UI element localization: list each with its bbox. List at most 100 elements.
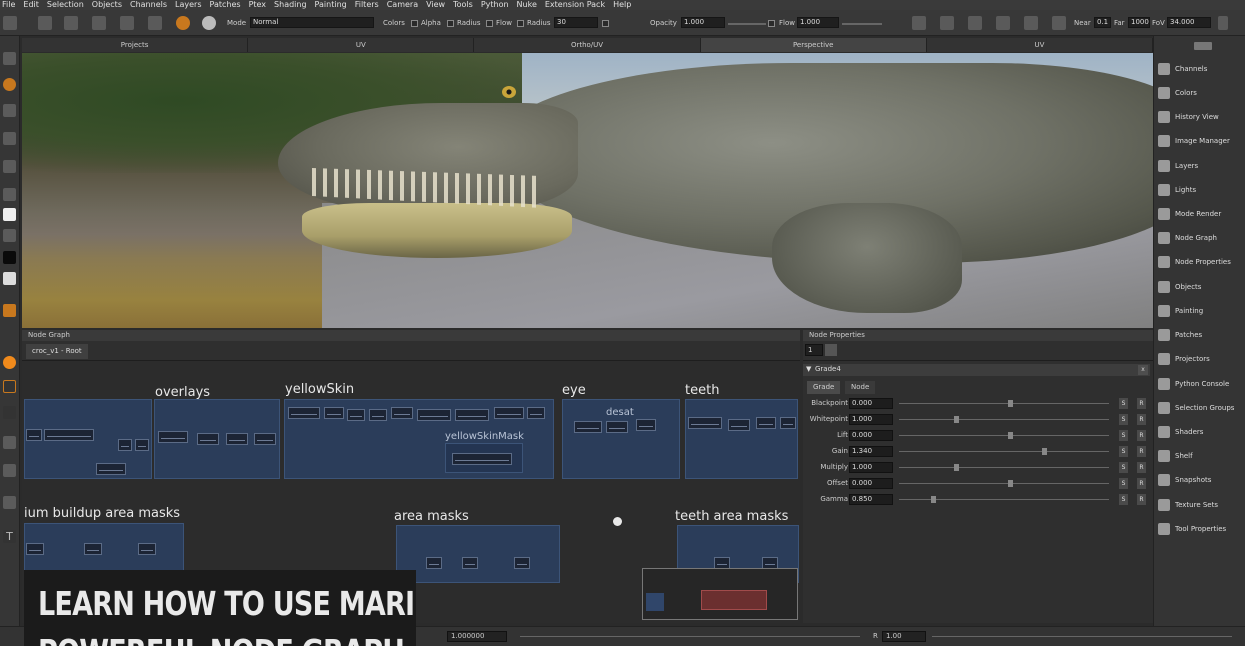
menu-ptex[interactable]: Ptex xyxy=(249,0,266,10)
radius-lock-checkbox[interactable] xyxy=(602,20,609,27)
graph-node[interactable] xyxy=(636,419,656,431)
menu-channels[interactable]: Channels xyxy=(130,0,167,10)
black-swatch-icon[interactable] xyxy=(3,251,16,264)
frame-slider[interactable] xyxy=(520,636,860,637)
graph-node[interactable] xyxy=(138,543,156,555)
param-s-button[interactable]: S xyxy=(1119,398,1128,409)
graph-node[interactable] xyxy=(494,407,524,419)
flow-checkbox[interactable] xyxy=(486,20,493,27)
graph-node[interactable] xyxy=(118,439,132,451)
backdrop-buildup-masks[interactable] xyxy=(24,523,184,571)
menu-python[interactable]: Python xyxy=(481,0,509,10)
param-r-button[interactable]: R xyxy=(1137,414,1146,425)
select-tool-icon[interactable] xyxy=(3,52,16,65)
graph-node[interactable] xyxy=(455,409,489,421)
param-slider-handle[interactable] xyxy=(1008,480,1013,487)
palette-history-view[interactable]: History View xyxy=(1154,106,1245,128)
palette-python-console[interactable]: Python Console xyxy=(1154,373,1245,395)
flow-slider[interactable] xyxy=(842,23,882,25)
tab-perspective[interactable]: Perspective xyxy=(700,38,927,52)
param-slider-handle[interactable] xyxy=(954,464,959,471)
opacity-slider[interactable] xyxy=(728,23,766,25)
palette-node-properties[interactable]: Node Properties xyxy=(1154,251,1245,273)
param-r-button[interactable]: R xyxy=(1137,478,1146,489)
param-slider-handle[interactable] xyxy=(954,416,959,423)
camera-view-icon[interactable] xyxy=(912,16,926,30)
param-value-field[interactable]: 1.000 xyxy=(849,462,893,473)
param-s-button[interactable]: S xyxy=(1119,494,1128,505)
graph-node[interactable] xyxy=(288,407,320,419)
palette-shelf[interactable]: Shelf xyxy=(1154,445,1245,467)
graph-node[interactable] xyxy=(84,543,102,555)
frame-tool-icon[interactable] xyxy=(3,464,16,477)
undo-icon[interactable] xyxy=(92,16,106,30)
alpha-checkbox[interactable] xyxy=(411,20,418,27)
param-r-button[interactable]: R xyxy=(1137,398,1146,409)
graph-node[interactable] xyxy=(452,453,512,465)
stamp-tool-icon[interactable] xyxy=(3,436,16,449)
menu-tools[interactable]: Tools xyxy=(453,0,473,10)
graph-node[interactable] xyxy=(514,557,530,569)
lock-icon[interactable] xyxy=(148,16,162,30)
param-value-field[interactable]: 0.000 xyxy=(849,398,893,409)
graph-node[interactable] xyxy=(574,421,602,433)
flow-field[interactable]: 1.000 xyxy=(797,17,839,28)
graph-node[interactable] xyxy=(347,409,365,421)
palette-mode-render[interactable]: Mode Render xyxy=(1154,203,1245,225)
grid-icon[interactable] xyxy=(968,16,982,30)
param-slider[interactable] xyxy=(899,419,1109,420)
flow-lock-checkbox[interactable] xyxy=(768,20,775,27)
tab-uv[interactable]: UV xyxy=(248,38,475,52)
param-value-field[interactable]: 0.850 xyxy=(849,494,893,505)
menu-edit[interactable]: Edit xyxy=(23,0,39,10)
cube-icon[interactable] xyxy=(996,16,1010,30)
menu-nuke[interactable]: Nuke xyxy=(517,0,537,10)
param-slider-handle[interactable] xyxy=(1042,448,1047,455)
redo-icon[interactable] xyxy=(120,16,134,30)
menu-selection[interactable]: Selection xyxy=(47,0,84,10)
menu-help[interactable]: Help xyxy=(613,0,631,10)
zoom-field[interactable]: 1.00 xyxy=(882,631,926,642)
palette-lights[interactable]: Lights xyxy=(1154,179,1245,201)
paint-tool-icon[interactable] xyxy=(3,16,17,30)
param-slider-handle[interactable] xyxy=(1008,432,1013,439)
param-slider[interactable] xyxy=(899,483,1109,484)
undo-history-icon[interactable] xyxy=(8,630,21,643)
graph-node[interactable] xyxy=(158,431,188,443)
param-value-field[interactable]: 1.000 xyxy=(849,414,893,425)
zoom-slider[interactable] xyxy=(932,636,1232,637)
graph-node[interactable] xyxy=(527,407,545,419)
tab-ortho-uv[interactable]: Ortho/UV xyxy=(474,38,701,52)
palette-shaders[interactable]: Shaders xyxy=(1154,421,1245,443)
far-field[interactable]: 1000 xyxy=(1128,17,1150,28)
graph-node[interactable] xyxy=(606,421,628,433)
menu-painting[interactable]: Painting xyxy=(315,0,347,10)
transform-tool-icon[interactable] xyxy=(3,380,16,393)
graph-node[interactable] xyxy=(462,557,478,569)
fov-field[interactable]: 34.000 xyxy=(1167,17,1211,28)
text-tool-icon[interactable]: T xyxy=(3,530,16,543)
play-icon[interactable] xyxy=(1024,16,1038,30)
near-field[interactable]: 0.1 xyxy=(1094,17,1111,28)
param-r-button[interactable]: R xyxy=(1137,430,1146,441)
param-s-button[interactable]: S xyxy=(1119,446,1128,457)
save-icon[interactable] xyxy=(38,16,52,30)
palette-objects[interactable]: Objects xyxy=(1154,276,1245,298)
radius-checkbox[interactable] xyxy=(447,20,454,27)
graph-node[interactable] xyxy=(780,417,796,429)
menu-extension-pack[interactable]: Extension Pack xyxy=(545,0,605,10)
tab-uv-2[interactable]: UV xyxy=(927,38,1154,52)
tab-croc-root[interactable]: croc_v1 - Root xyxy=(26,344,88,359)
graph-node[interactable] xyxy=(254,433,276,445)
panel-controls-icon[interactable] xyxy=(1194,42,1212,50)
minimap-view-rect[interactable] xyxy=(701,590,767,610)
white-swatch-icon[interactable] xyxy=(3,208,16,221)
palette-projectors[interactable]: Projectors xyxy=(1154,348,1245,370)
palette-node-graph[interactable]: Node Graph xyxy=(1154,227,1245,249)
param-value-field[interactable]: 0.000 xyxy=(849,430,893,441)
palette-snapshots[interactable]: Snapshots xyxy=(1154,469,1245,491)
target-icon[interactable] xyxy=(176,16,190,30)
eyedropper-icon[interactable] xyxy=(3,496,16,509)
graph-node[interactable] xyxy=(26,543,44,555)
panel-menu-icon[interactable] xyxy=(825,344,837,356)
